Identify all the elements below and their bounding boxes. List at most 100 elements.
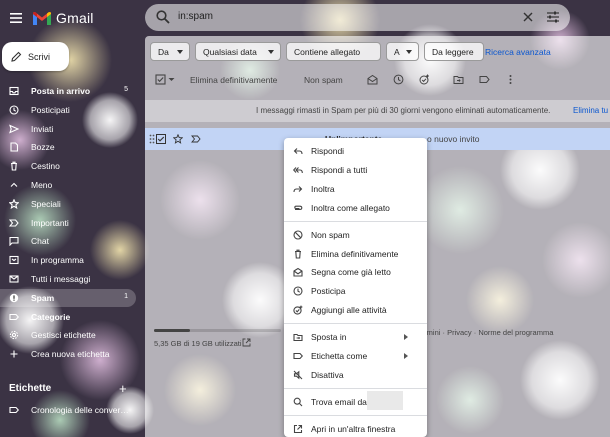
- sidebar-item-chat[interactable]: Chat: [0, 232, 136, 250]
- menu-item-rispondi-a-tutti[interactable]: Rispondi a tutti: [284, 161, 427, 179]
- filter-chip[interactable]: Qualsiasi data: [195, 42, 281, 61]
- sidebar-item-inviati[interactable]: Inviati: [0, 120, 136, 138]
- menu-item-non-spam[interactable]: Non spam: [284, 226, 427, 244]
- sidebar-item-spam[interactable]: Spam 1: [0, 288, 136, 307]
- mark-read-icon[interactable]: [367, 74, 378, 85]
- scheduled-icon: [9, 256, 19, 265]
- checkbox-checked-icon[interactable]: [156, 134, 166, 144]
- delete-forever-button[interactable]: Elimina definitivamente: [190, 75, 277, 85]
- all-mail-icon: [9, 275, 19, 283]
- search-icon[interactable]: [155, 9, 171, 25]
- add-task-icon[interactable]: [419, 74, 430, 85]
- trash-icon: [11, 161, 17, 171]
- spam-info-bar: I messaggi rimasti in Spam per più di 30…: [145, 100, 610, 122]
- menu-item-label: Posticipa: [311, 286, 346, 297]
- app-name: Gmail: [56, 10, 94, 26]
- menu-item-aggiungi-alle-attivita[interactable]: Aggiungi alle attività: [284, 301, 427, 319]
- more-options-icon[interactable]: [505, 74, 516, 85]
- empty-spam-link[interactable]: Elimina tu: [573, 106, 608, 115]
- reply-all-icon: [293, 167, 303, 173]
- drag-handle-icon[interactable]: [149, 134, 155, 144]
- menu-item-label: Rispondi a tutti: [311, 164, 368, 175]
- hamburger-menu-icon[interactable]: [6, 8, 26, 28]
- sidebar-item-label: Inviati: [31, 123, 54, 134]
- close-icon[interactable]: [521, 10, 535, 24]
- sidebar-item-label: Posticipati: [31, 104, 70, 115]
- menu-item-label: Apri in un'altra finestra: [311, 423, 396, 434]
- menu-item-label: Disattiva: [311, 369, 344, 380]
- compose-button[interactable]: Scrivi: [2, 42, 69, 71]
- menu-item-elimina-definitivamente[interactable]: Elimina definitivamente: [284, 245, 427, 263]
- sidebar-item-gestisci-etichette[interactable]: Gestisci etichette: [0, 326, 136, 344]
- sidebar-item-label: Cestino: [31, 161, 60, 172]
- menu-item-inoltra-come-allegato[interactable]: Inoltra come allegato: [284, 199, 427, 217]
- search-input[interactable]: in:spam: [178, 11, 213, 22]
- sidebar-item-posticipati[interactable]: Posticipati: [0, 101, 136, 119]
- sidebar-item-cestino[interactable]: Cestino: [0, 157, 136, 175]
- spam-icon: [9, 293, 19, 302]
- menu-item-posticipa[interactable]: Posticipa: [284, 282, 427, 300]
- menu-item-trova-email-da[interactable]: Trova email da: [284, 393, 427, 411]
- chevron-right-icon: [404, 334, 408, 341]
- open-in-new-icon[interactable]: [242, 338, 251, 347]
- sidebar-item-label: Posta in arrivo: [31, 86, 91, 96]
- sidebar-item-label: Bozze: [31, 142, 55, 153]
- sidebar-item-tutti-i-messaggi[interactable]: Tutti i messaggi: [0, 270, 136, 288]
- chevron-up-icon: [10, 182, 18, 187]
- filter-chip-label: A: [394, 46, 400, 57]
- snooze-clock-icon[interactable]: [393, 74, 404, 85]
- add-label-button[interactable]: +: [119, 381, 127, 396]
- filter-chip[interactable]: Da: [150, 42, 190, 61]
- footer-links[interactable]: ermini · Privacy · Norme del programma: [420, 328, 553, 337]
- gear-icon: [9, 331, 19, 340]
- label-item-text: Cronologia delle conver…: [31, 405, 129, 415]
- not-spam-button[interactable]: Non spam: [304, 75, 343, 85]
- sidebar-item-speciali[interactable]: Speciali: [0, 195, 136, 213]
- search-icon: [293, 397, 303, 407]
- send-icon: [9, 124, 19, 134]
- filter-chip[interactable]: Da leggere: [424, 42, 484, 61]
- menu-item-label: Sposta in: [311, 332, 347, 343]
- move-to-folder-icon[interactable]: [453, 74, 464, 85]
- sidebar-item-in-programma[interactable]: In programma: [0, 251, 136, 269]
- clock-icon: [9, 105, 19, 115]
- advanced-search-link[interactable]: Ricerca avanzata: [485, 47, 551, 57]
- label-icon[interactable]: [479, 74, 490, 85]
- sidebar-item-importanti[interactable]: Importanti: [0, 214, 136, 232]
- menu-item-disattiva[interactable]: Disattiva: [284, 366, 427, 384]
- filter-chip-label: Contiene allegato: [294, 46, 361, 57]
- filter-chip[interactable]: A: [386, 42, 419, 61]
- select-all-checkbox-icon[interactable]: [155, 74, 166, 85]
- filter-chip[interactable]: Contiene allegato: [286, 42, 381, 61]
- sidebar-item-posta-in-arrivo[interactable]: Posta in arrivo 5: [0, 82, 136, 100]
- menu-item-apri-in-un-altra-finestra[interactable]: Apri in un'altra finestra: [284, 420, 427, 437]
- star-icon[interactable]: [173, 134, 183, 144]
- menu-item-label: Inoltra come allegato: [311, 202, 390, 213]
- sidebar-item-crea-nuova-etichetta[interactable]: Crea nuova etichetta: [0, 345, 136, 363]
- clock-icon: [293, 286, 303, 296]
- search-options-icon[interactable]: [546, 10, 560, 24]
- storage-bar: [154, 329, 281, 332]
- menu-item-label: Aggiungi alle attività: [311, 305, 387, 316]
- sidebar-item-bozze[interactable]: Bozze: [0, 138, 136, 156]
- gmail-logo[interactable]: Gmail: [32, 8, 94, 28]
- mute-icon: [293, 370, 303, 380]
- label-item[interactable]: Cronologia delle conver…: [0, 401, 136, 419]
- sidebar-item-meno[interactable]: Meno: [0, 176, 136, 194]
- importance-marker-icon[interactable]: [191, 134, 201, 144]
- pencil-icon: [11, 51, 22, 62]
- reply-icon: [293, 148, 303, 155]
- attachment-icon: [294, 205, 303, 210]
- context-menu: Rispondi Rispondi a tutti Inoltra Inoltra c…: [284, 138, 427, 437]
- menu-item-sposta-in[interactable]: Sposta in: [284, 328, 427, 346]
- chevron-right-icon: [404, 353, 408, 359]
- menu-item-segna-come-gia-letto[interactable]: Segna come già letto: [284, 263, 427, 281]
- not-spam-icon: [293, 230, 303, 240]
- menu-item-inoltra[interactable]: Inoltra: [284, 180, 427, 198]
- menu-item-rispondi[interactable]: Rispondi: [284, 142, 427, 160]
- search-bar[interactable]: in:spam: [145, 4, 570, 31]
- select-dropdown-icon[interactable]: [168, 74, 175, 85]
- sidebar-item-categorie[interactable]: Categorie: [0, 308, 136, 326]
- star-icon: [9, 198, 19, 209]
- menu-item-etichetta-come[interactable]: Etichetta come: [284, 347, 427, 365]
